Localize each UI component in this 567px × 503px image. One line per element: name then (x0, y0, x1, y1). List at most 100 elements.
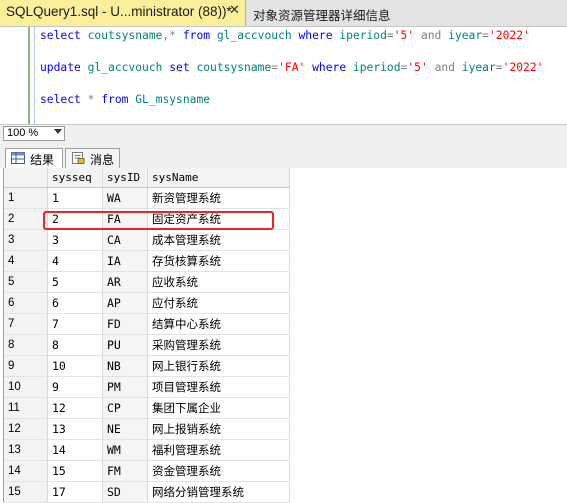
sysseq-cell[interactable]: 13 (47, 418, 103, 440)
sysname-cell[interactable]: 采购管理系统 (147, 334, 290, 356)
query-editor[interactable]: select coutsysname,* from gl_accvouch wh… (0, 27, 567, 124)
sysseq-cell[interactable]: 2 (47, 208, 103, 230)
tab-messages[interactable]: 消息 (65, 148, 120, 168)
tab-results[interactable]: 结果 (5, 148, 63, 168)
table-row[interactable]: 15 17 SD 网络分销管理系统 (4, 481, 290, 503)
sysid-cell[interactable]: WM (102, 439, 148, 461)
table-row[interactable]: 9 10 NB 网上银行系统 (4, 355, 290, 377)
code-token: '2022' (488, 29, 530, 42)
column-header-sysseq[interactable]: sysseq (47, 168, 103, 188)
sysseq-cell[interactable]: 3 (47, 229, 103, 251)
sysseq-cell[interactable]: 4 (47, 250, 103, 272)
row-number-cell[interactable]: 5 (4, 271, 48, 293)
sysid-cell[interactable]: AP (102, 292, 148, 314)
row-number-cell[interactable]: 8 (4, 334, 48, 356)
sysname-cell[interactable]: 福利管理系统 (147, 439, 290, 461)
sysseq-cell[interactable]: 6 (47, 292, 103, 314)
row-number-cell[interactable]: 15 (4, 481, 48, 503)
row-number-cell[interactable]: 10 (4, 376, 48, 398)
table-row[interactable]: 2 2 FA 固定资产系统 (4, 208, 290, 230)
table-row[interactable]: 11 12 CP 集团下属企业 (4, 397, 290, 419)
zoom-value: 100 % (7, 127, 39, 139)
table-row[interactable]: 4 4 IA 存货核算系统 (4, 250, 290, 272)
sysname-cell[interactable]: 成本管理系统 (147, 229, 290, 251)
results-grid[interactable]: sysseq sysID sysName 1 1 WA 新资管理系统 2 2 FA 固定资产系… (3, 168, 567, 503)
code-token: iyear (461, 61, 496, 74)
sysname-cell[interactable]: 固定资产系统 (147, 208, 290, 230)
sysid-cell[interactable]: PU (102, 334, 148, 356)
table-row[interactable]: 3 3 CA 成本管理系统 (4, 229, 290, 251)
sysname-cell[interactable]: 新资管理系统 (147, 187, 290, 209)
row-number-cell[interactable]: 14 (4, 460, 48, 482)
zoom-select[interactable]: 100 % (3, 126, 65, 141)
sysname-cell[interactable]: 资金管理系统 (147, 460, 290, 482)
table-row[interactable]: 6 6 AP 应付系统 (4, 292, 290, 314)
row-number-cell[interactable]: 3 (4, 229, 48, 251)
table-row[interactable]: 5 5 AR 应收系统 (4, 271, 290, 293)
sysseq-cell[interactable]: 14 (47, 439, 103, 461)
sysseq-cell[interactable]: 5 (47, 271, 103, 293)
code-line[interactable]: select * from GL_msysname (40, 93, 210, 106)
sysname-cell[interactable]: 网络分销管理系统 (147, 481, 290, 503)
sysseq-cell[interactable]: 15 (47, 460, 103, 482)
column-header-sysid[interactable]: sysID (102, 168, 148, 188)
row-number-cell[interactable]: 6 (4, 292, 48, 314)
document-tab-bar: SQLQuery1.sql - U...ministrator (88))* ✕… (0, 0, 567, 27)
row-number-cell[interactable]: 12 (4, 418, 48, 440)
row-number-cell[interactable]: 7 (4, 313, 48, 335)
sysid-cell[interactable]: AR (102, 271, 148, 293)
row-number-cell[interactable]: 4 (4, 250, 48, 272)
row-number-cell[interactable]: 9 (4, 355, 48, 377)
sysname-cell[interactable]: 存货核算系统 (147, 250, 290, 272)
code-token: from (101, 93, 136, 106)
code-line[interactable]: update gl_accvouch set coutsysname='FA' … (40, 61, 543, 74)
sysname-cell[interactable]: 网上报销系统 (147, 418, 290, 440)
sysid-cell[interactable]: FA (102, 208, 148, 230)
sysseq-cell[interactable]: 9 (47, 376, 103, 398)
grid-icon (11, 152, 25, 164)
code-line[interactable]: select coutsysname,* from gl_accvouch wh… (40, 29, 530, 42)
sysseq-cell[interactable]: 12 (47, 397, 103, 419)
table-row[interactable]: 1 1 WA 新资管理系统 (4, 187, 290, 209)
sysid-cell[interactable]: PM (102, 376, 148, 398)
results-table: sysseq sysID sysName 1 1 WA 新资管理系统 2 2 FA 固定资产系… (4, 168, 290, 503)
sysid-cell[interactable]: IA (102, 250, 148, 272)
sysid-cell[interactable]: SD (102, 481, 148, 503)
sysseq-cell[interactable]: 8 (47, 334, 103, 356)
sysname-cell[interactable]: 结算中心系统 (147, 313, 290, 335)
row-number-cell[interactable]: 1 (4, 187, 48, 209)
table-row[interactable]: 12 13 NE 网上报销系统 (4, 418, 290, 440)
sysname-cell[interactable]: 应收系统 (147, 271, 290, 293)
table-row[interactable]: 13 14 WM 福利管理系统 (4, 439, 290, 461)
sysid-cell[interactable]: CP (102, 397, 148, 419)
table-row[interactable]: 8 8 PU 采购管理系统 (4, 334, 290, 356)
code-token: ,* (162, 29, 183, 42)
table-row[interactable]: 7 7 FD 结算中心系统 (4, 313, 290, 335)
row-number-header[interactable] (4, 168, 48, 188)
sysname-cell[interactable]: 网上银行系统 (147, 355, 290, 377)
code-token: from (182, 29, 217, 42)
close-tab-icon[interactable]: ✕ (229, 3, 240, 18)
table-row[interactable]: 10 9 PM 项目管理系统 (4, 376, 290, 398)
sysid-cell[interactable]: NB (102, 355, 148, 377)
row-number-cell[interactable]: 13 (4, 439, 48, 461)
tab-sqlquery1[interactable]: SQLQuery1.sql - U...ministrator (88))* ✕ (0, 0, 246, 26)
sysname-cell[interactable]: 应付系统 (147, 292, 290, 314)
column-header-sysname[interactable]: sysName (147, 168, 290, 188)
sysid-cell[interactable]: FD (102, 313, 148, 335)
row-number-cell[interactable]: 2 (4, 208, 48, 230)
row-number-cell[interactable]: 11 (4, 397, 48, 419)
sysid-cell[interactable]: WA (102, 187, 148, 209)
tab-object-explorer-details[interactable]: 对象资源管理器详细信息 (253, 5, 391, 24)
sysseq-cell[interactable]: 7 (47, 313, 103, 335)
sysid-cell[interactable]: FM (102, 460, 148, 482)
table-row[interactable]: 14 15 FM 资金管理系统 (4, 460, 290, 482)
sysseq-cell[interactable]: 10 (47, 355, 103, 377)
sysseq-cell[interactable]: 17 (47, 481, 103, 503)
sysid-cell[interactable]: NE (102, 418, 148, 440)
sysid-cell[interactable]: CA (102, 229, 148, 251)
sysname-cell[interactable]: 集团下属企业 (147, 397, 290, 419)
code-token: select (40, 93, 88, 106)
sysseq-cell[interactable]: 1 (47, 187, 103, 209)
sysname-cell[interactable]: 项目管理系统 (147, 376, 290, 398)
